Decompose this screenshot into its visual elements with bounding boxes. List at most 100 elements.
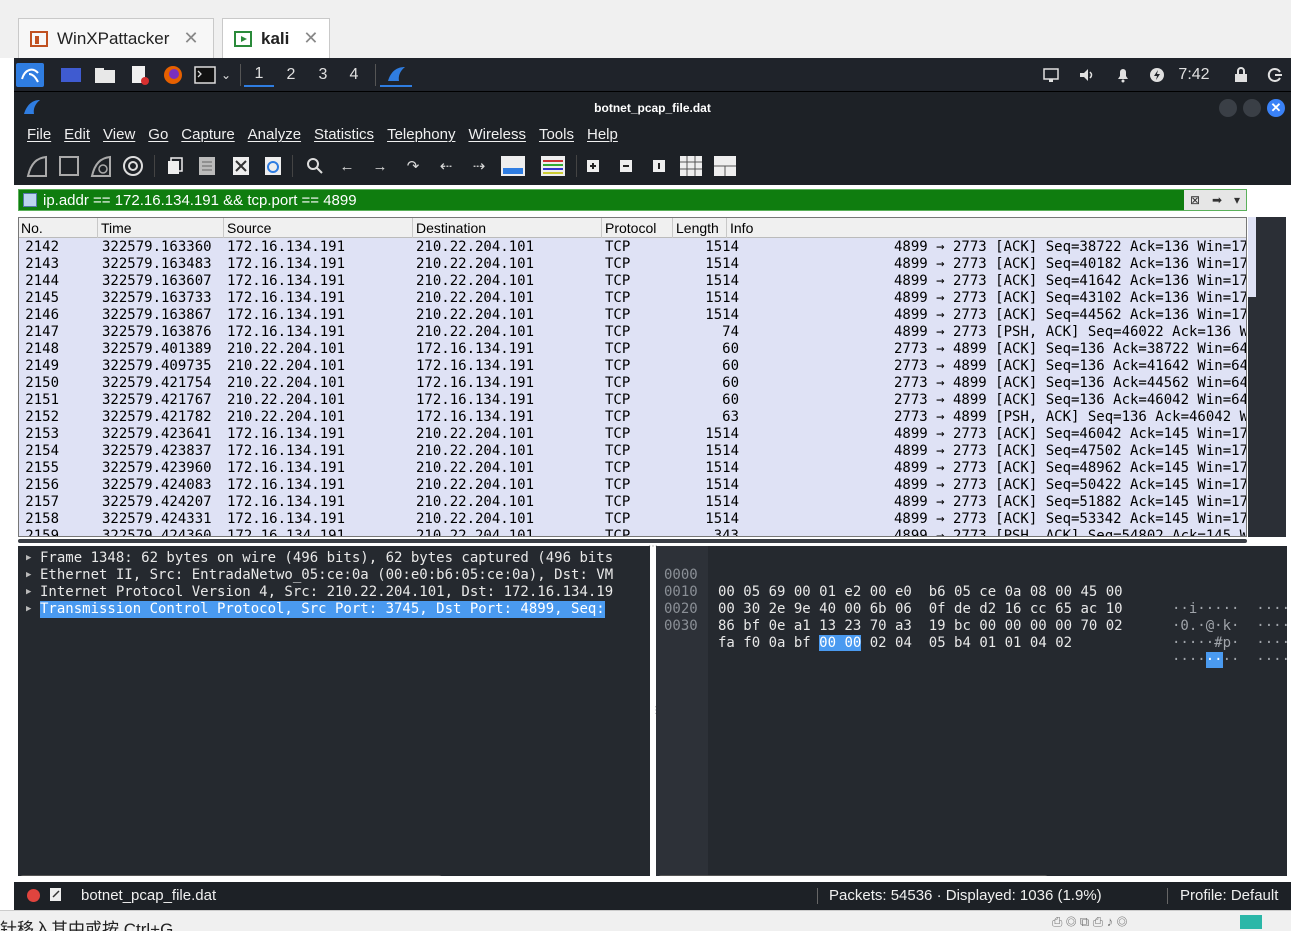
colorize-icon[interactable] [538, 153, 568, 179]
packet-row[interactable]: 2156 322579.424083 172.16.134.191 210.22.20… [19, 477, 1246, 494]
workspace-4[interactable]: 4 [339, 63, 369, 87]
column-header-destination[interactable]: Destination [416, 220, 486, 236]
display-filter-input[interactable]: ip.addr == 172.16.134.191 && tcp.port ==… [43, 192, 357, 209]
menu-help[interactable]: Help [587, 126, 618, 143]
detail-row-frame[interactable]: ▶ Frame 1348: 62 bytes on wire (496 bits… [18, 550, 650, 567]
expand-arrow-icon[interactable]: ▶ [26, 601, 31, 618]
workspace-2[interactable]: 2 [276, 63, 306, 87]
save-file-icon[interactable] [194, 153, 220, 179]
stop-capture-icon[interactable] [56, 153, 82, 179]
host-tab-kali[interactable]: kali ✕ [222, 18, 330, 58]
close-icon[interactable]: ✕ [303, 28, 318, 49]
menu-go[interactable]: Go [148, 126, 168, 143]
host-tab-winxpattacker[interactable]: WinXPattacker ✕ [18, 18, 214, 58]
menu-edit[interactable]: Edit [64, 126, 90, 143]
search-icon[interactable] [302, 153, 328, 179]
column-header-source[interactable]: Source [227, 220, 271, 236]
packet-row[interactable]: 2147 322579.163876 172.16.134.191 210.22.20… [19, 324, 1246, 341]
scrollbar-thumb[interactable] [1248, 217, 1256, 297]
close-window-button[interactable]: ✕ [1267, 99, 1285, 117]
zoom-in-icon[interactable] [580, 153, 606, 179]
packet-list-scrollbar[interactable] [1248, 217, 1286, 537]
bytes-hscrollbar[interactable] [658, 875, 1048, 876]
text-editor-icon[interactable] [126, 63, 152, 87]
clear-filter-icon[interactable]: ⊠ [1190, 193, 1200, 207]
column-divider[interactable] [223, 218, 224, 238]
menu-statistics[interactable]: Statistics [314, 126, 374, 143]
lock-icon[interactable] [1230, 63, 1252, 87]
packet-details-pane[interactable]: ▶ Frame 1348: 62 bytes on wire (496 bits… [18, 546, 650, 876]
close-file-icon[interactable] [228, 153, 254, 179]
detail-row-ip[interactable]: ▶ Internet Protocol Version 4, Src: 210.… [18, 584, 650, 601]
column-header-time[interactable]: Time [101, 220, 132, 236]
column-divider[interactable] [97, 218, 98, 238]
zoom-out-icon[interactable] [613, 153, 639, 179]
workspace-1[interactable]: 1 [244, 63, 274, 87]
resize-columns-icon[interactable] [678, 153, 704, 179]
kali-menu-icon[interactable] [16, 63, 44, 87]
detail-row-ethernet[interactable]: ▶ Ethernet II, Src: EntradaNetwo_05:ce:0… [18, 567, 650, 584]
packet-bytes-pane[interactable]: 0000 00 05 69 00 01 e2 00 e0 b6 05 ce 0a… [656, 546, 1287, 876]
column-header-info[interactable]: Info [730, 220, 753, 236]
packet-row[interactable]: 2151 322579.421767 210.22.204.101 172.16.13… [19, 392, 1246, 409]
column-divider[interactable] [412, 218, 413, 238]
details-hscrollbar[interactable] [20, 875, 442, 876]
last-packet-icon[interactable]: ⇢ [466, 153, 492, 179]
menu-tools[interactable]: Tools [539, 126, 574, 143]
column-header-no[interactable]: No. [21, 220, 43, 236]
packet-row[interactable]: 2155 322579.423960 172.16.134.191 210.22.20… [19, 460, 1246, 477]
file-manager-icon[interactable] [92, 63, 118, 87]
menu-analyze[interactable]: Analyze [248, 126, 301, 143]
apply-filter-icon[interactable]: ➡ [1212, 193, 1222, 207]
workspace-3[interactable]: 3 [308, 63, 338, 87]
bytes-row[interactable]: 0010 00 30 2e 9e 40 00 6b 06 0f de d2 16… [656, 567, 1287, 634]
power-status-icon[interactable] [1146, 63, 1168, 87]
open-file-icon[interactable] [162, 153, 188, 179]
host-display-icon[interactable] [1240, 915, 1262, 929]
network-icon[interactable] [1040, 63, 1062, 87]
bytes-row[interactable]: 0000 00 05 69 00 01 e2 00 e0 b6 05 ce 0a… [656, 550, 1287, 617]
packet-row[interactable]: 2150 322579.421754 210.22.204.101 172.16.13… [19, 375, 1246, 392]
terminal-icon[interactable] [192, 63, 218, 87]
start-capture-icon[interactable] [24, 153, 50, 179]
expand-arrow-icon[interactable]: ▶ [26, 584, 31, 601]
firefox-icon[interactable] [160, 63, 186, 87]
first-packet-icon[interactable]: ⇠ [433, 153, 459, 179]
packet-row[interactable]: 2146 322579.163867 172.16.134.191 210.22.20… [19, 307, 1246, 324]
volume-icon[interactable] [1076, 63, 1098, 87]
packet-row[interactable]: 2143 322579.163483 172.16.134.191 210.22.20… [19, 256, 1246, 273]
clock[interactable]: 7:42 [1174, 63, 1214, 87]
close-icon[interactable]: ✕ [183, 28, 198, 49]
expand-arrow-icon[interactable]: ▶ [26, 567, 31, 584]
autoscroll-icon[interactable] [498, 153, 528, 179]
expand-arrow-icon[interactable]: ▶ [26, 550, 31, 567]
packet-row[interactable]: 2154 322579.423837 172.16.134.191 210.22.20… [19, 443, 1246, 460]
reload-file-icon[interactable] [260, 153, 286, 179]
go-back-icon[interactable]: ← [334, 153, 360, 179]
restart-capture-icon[interactable] [88, 153, 114, 179]
capture-options-icon[interactable] [120, 153, 146, 179]
minimize-button[interactable] [1219, 99, 1237, 117]
bookmark-icon[interactable] [23, 193, 37, 207]
wireshark-taskbar-icon[interactable] [380, 63, 412, 87]
menu-wireless[interactable]: Wireless [468, 126, 526, 143]
detail-row-tcp[interactable]: ▶ Transmission Control Protocol, Src Por… [18, 601, 650, 618]
column-header-protocol[interactable]: Protocol [605, 220, 656, 236]
capture-status-icon[interactable] [27, 889, 40, 902]
packet-row[interactable]: 2144 322579.163607 172.16.134.191 210.22.20… [19, 273, 1246, 290]
notification-bell-icon[interactable] [1112, 63, 1134, 87]
packet-row[interactable]: 2145 322579.163733 172.16.134.191 210.22.20… [19, 290, 1246, 307]
packet-list-hscrollbar[interactable] [18, 539, 1247, 543]
column-divider[interactable] [672, 218, 673, 238]
packet-list[interactable]: No. Time Source Destination Protocol Len… [18, 217, 1247, 537]
packet-row[interactable]: 2159 322579.424360 172.16.134.191 210.22.20… [19, 528, 1246, 536]
menu-telephony[interactable]: Telephony [387, 126, 455, 143]
packet-row[interactable]: 2148 322579.401389 210.22.204.101 172.16.13… [19, 341, 1246, 358]
host-device-icons[interactable]: ⎙ ◎ ⧉ ⎙ ♪ ◎ [1052, 914, 1222, 930]
bytes-row[interactable]: 0030 fa f0 0a bf 00 00 02 04 05 b4 01 01… [656, 601, 1287, 668]
menu-file[interactable]: File [27, 126, 51, 143]
packet-row[interactable]: 2157 322579.424207 172.16.134.191 210.22.20… [19, 494, 1246, 511]
column-divider[interactable] [726, 218, 727, 238]
packet-row[interactable]: 2158 322579.424331 172.16.134.191 210.22.20… [19, 511, 1246, 528]
go-to-packet-icon[interactable]: ↷ [400, 153, 426, 179]
